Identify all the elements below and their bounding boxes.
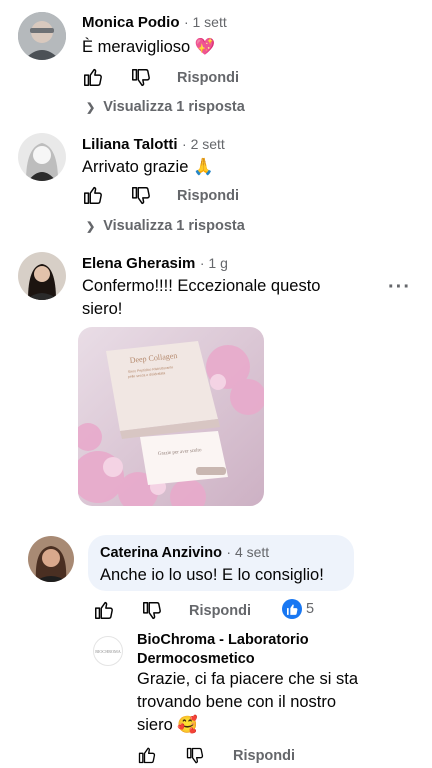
comment-text: Anche io lo uso! E lo consiglio! (100, 566, 324, 584)
like-button[interactable] (82, 184, 104, 206)
thumbs-down-icon (186, 747, 204, 764)
reply-text: Grazie, ci fa piacere che si sta (137, 670, 359, 688)
comment-author[interactable]: Elena Gherasim (82, 255, 195, 272)
heart-sparkle-icon: 💖 (194, 38, 216, 56)
thumbs-up-icon (84, 186, 102, 204)
svg-text:BIOCHROMA: BIOCHROMA (95, 649, 121, 654)
avatar-photo (18, 133, 66, 181)
like-reaction-icon (282, 599, 302, 619)
like-button[interactable] (82, 66, 104, 88)
product-photo-image: Deep Collagen Siero Peptidico Ristruttur… (78, 327, 264, 506)
comment-author[interactable]: Monica Podio (82, 14, 180, 31)
smiling-face-hearts-icon: 🥰 (177, 716, 198, 734)
avatar[interactable] (18, 12, 66, 60)
chevron-down-icon: ❯ (86, 221, 96, 233)
comment-time[interactable]: · 1 sett (184, 14, 227, 30)
like-button[interactable] (137, 745, 157, 765)
more-options-button[interactable]: ··· (388, 276, 411, 299)
like-button[interactable] (93, 599, 115, 621)
brand-logo: BIOCHROMA (95, 649, 121, 654)
avatar[interactable] (18, 252, 66, 300)
avatar-photo (28, 536, 74, 582)
avatar-photo (18, 252, 66, 300)
like-count: 5 (306, 601, 315, 617)
comment-author[interactable]: Liliana Talotti (82, 136, 178, 153)
comment-text: È meraviglioso 💖 (82, 38, 216, 56)
like-reaction-count[interactable]: 5 (282, 599, 314, 619)
comment-photo[interactable]: Deep Collagen Siero Peptidico Ristruttur… (78, 327, 264, 506)
thumbs-down-icon (132, 187, 150, 205)
avatar[interactable] (18, 133, 66, 181)
thumbs-down-icon (132, 69, 150, 87)
thumbs-up-icon (84, 68, 102, 86)
reply-button[interactable]: Rispondi (177, 188, 239, 204)
comment-time[interactable]: · 4 sett (226, 544, 269, 560)
reply-author[interactable]: BioChroma - Laboratorio (137, 632, 309, 648)
thumbs-up-icon (138, 747, 156, 764)
view-replies-link[interactable]: ❯ Visualizza 1 risposta (86, 99, 245, 115)
comment-text: Arrivato grazie 🙏 (82, 158, 214, 176)
dislike-button[interactable] (130, 185, 152, 207)
reply-text: siero 🥰 (137, 716, 198, 734)
dislike-button[interactable] (185, 746, 205, 766)
avatar[interactable] (28, 536, 74, 582)
reply-button[interactable]: Rispondi (189, 603, 251, 619)
dislike-button[interactable] (130, 67, 152, 89)
reply-text: trovando bene con il nostro (137, 693, 337, 711)
avatar[interactable]: BIOCHROMA (93, 636, 123, 666)
view-replies-link[interactable]: ❯ Visualizza 1 risposta (86, 218, 245, 234)
dislike-button[interactable] (141, 600, 163, 622)
reply-button[interactable]: Rispondi (233, 748, 295, 764)
reply-button[interactable]: Rispondi (177, 70, 239, 86)
comment-time[interactable]: · 2 sett (182, 136, 225, 152)
comment-time[interactable]: · 1 g (200, 255, 228, 271)
chevron-down-icon: ❯ (86, 102, 96, 114)
reply-author[interactable]: Dermocosmetico (137, 651, 255, 667)
avatar-photo (18, 12, 66, 60)
comment-text: Confermo!!!! Eccezionale questo (82, 277, 321, 295)
folded-hands-icon: 🙏 (192, 158, 214, 176)
thumbs-up-icon (95, 601, 113, 619)
comment-author[interactable]: Caterina Anzivino (100, 545, 222, 561)
comment-text: siero! (82, 300, 123, 318)
thumbs-down-icon (143, 602, 161, 620)
